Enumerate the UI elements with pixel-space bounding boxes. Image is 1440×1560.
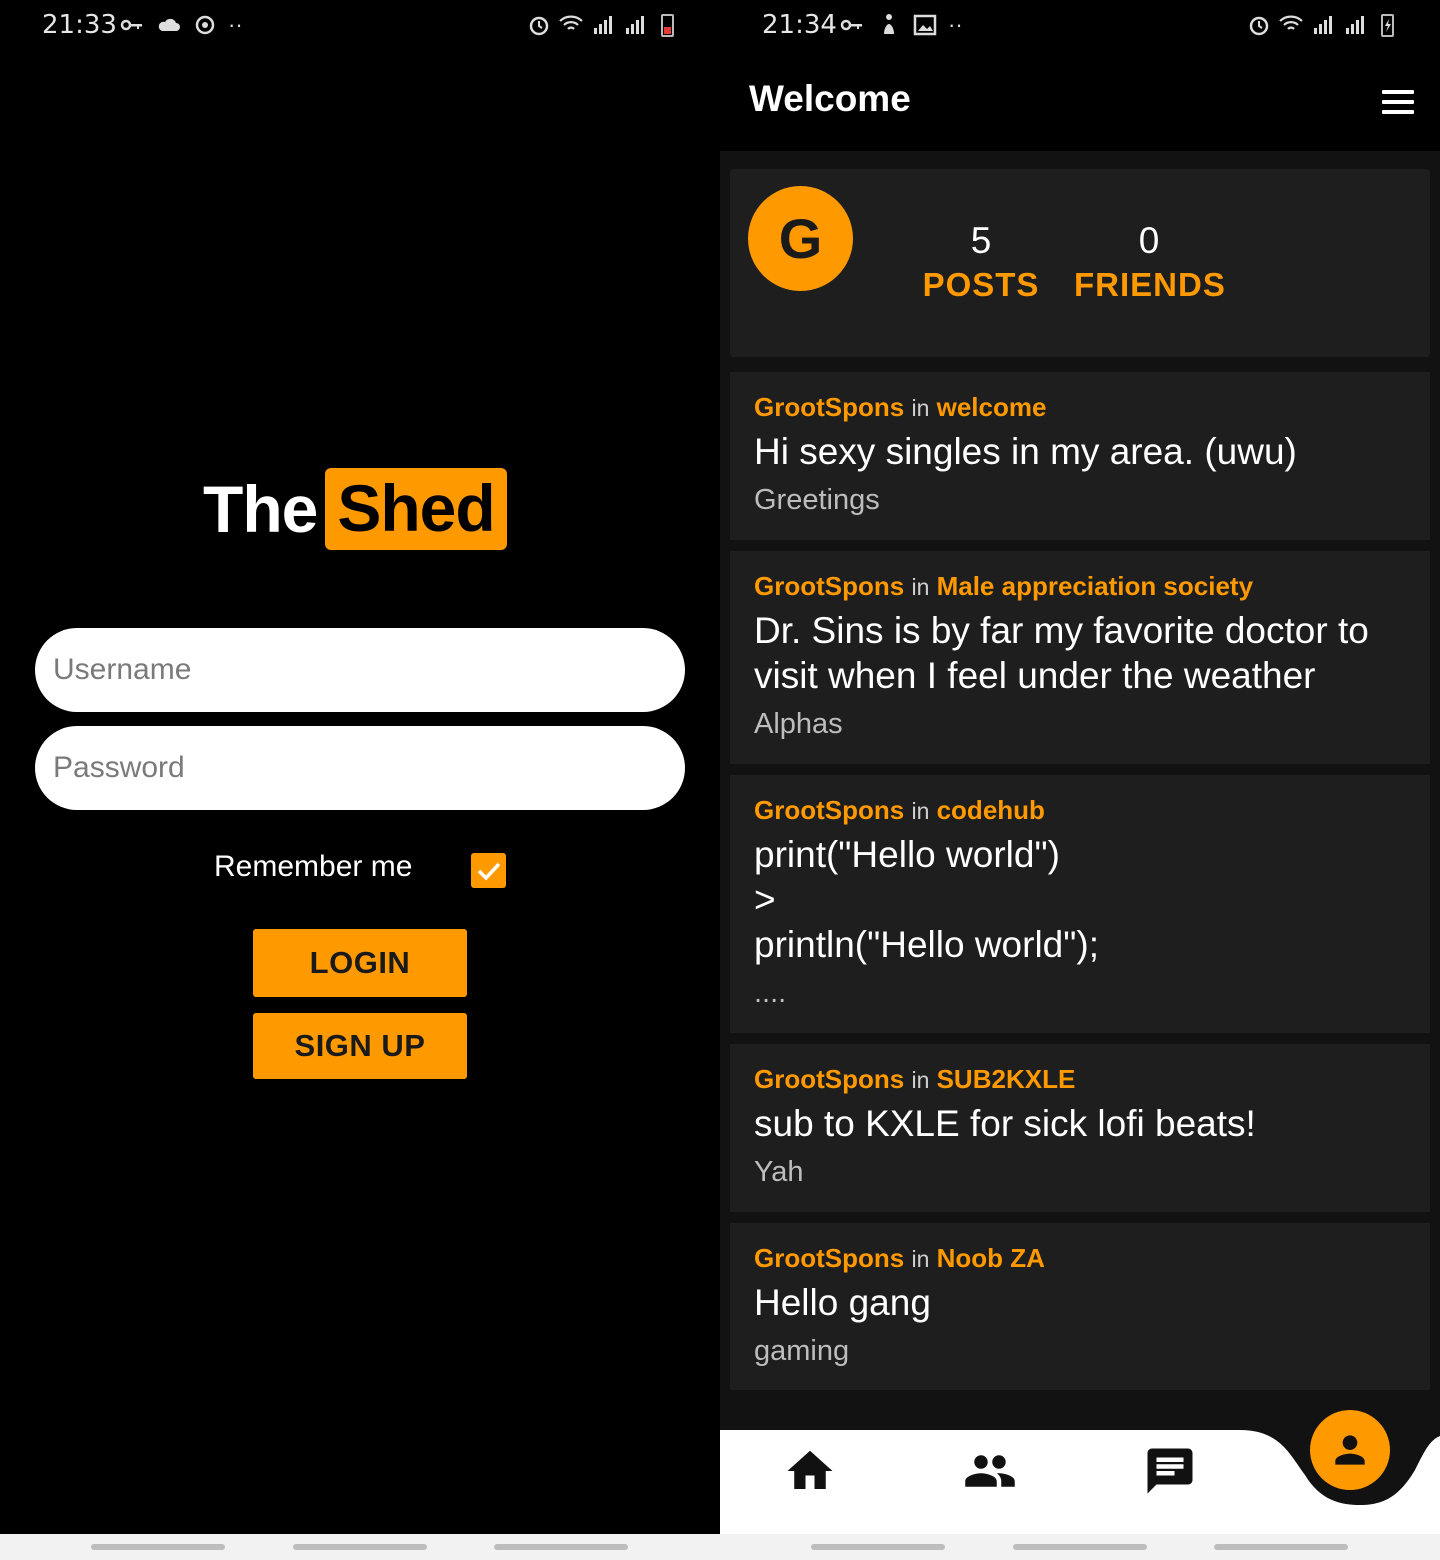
more-dots-icon: ·· (948, 12, 963, 37)
post-tag: .... (754, 977, 787, 1009)
wifi-icon (559, 15, 583, 30)
post-community[interactable]: SUB2KXLE (937, 1064, 1076, 1094)
login-button[interactable]: LOGIN (253, 929, 467, 997)
post-card[interactable]: GrootSpons in codehub print("Hello world… (730, 775, 1430, 1033)
post-body: print("Hello world") > println("Hello wo… (754, 834, 1099, 965)
key-icon (120, 19, 142, 31)
menu-icon[interactable] (1382, 90, 1414, 114)
wifi-icon (1279, 15, 1303, 30)
status-time: 21:33 (42, 10, 117, 40)
post-tag: gaming (754, 1335, 850, 1367)
home-icon[interactable] (783, 1444, 837, 1498)
post-author[interactable]: GrootSpons (754, 1243, 904, 1273)
post-in-label: in (911, 574, 930, 600)
posts-label: POSTS (922, 266, 1040, 303)
password-input[interactable] (35, 726, 685, 810)
post-card[interactable]: GrootSpons in SUB2KXLE sub to KXLE for s… (730, 1044, 1430, 1212)
alarm-icon (529, 16, 549, 36)
post-community[interactable]: Noob ZA (937, 1243, 1045, 1273)
post-body: sub to KXLE for sick lofi beats! (754, 1103, 1256, 1144)
profile-fab[interactable] (1310, 1410, 1390, 1490)
sync-icon (195, 15, 215, 35)
post-tag: Alphas (754, 708, 843, 740)
post-author[interactable]: GrootSpons (754, 571, 904, 601)
more-dots-icon: ·· (228, 12, 243, 37)
logo-text-shed: Shed (325, 468, 507, 550)
posts-stat[interactable]: 5 POSTS (922, 219, 1040, 307)
avatar[interactable]: G (748, 186, 853, 291)
system-nav-bar (0, 1534, 720, 1560)
post-in-label: in (911, 395, 930, 421)
post-author[interactable]: GrootSpons (754, 795, 904, 825)
nav-handle[interactable] (1214, 1544, 1348, 1550)
image-icon (913, 14, 937, 36)
nav-handle[interactable] (494, 1544, 628, 1550)
status-bar: 21:34 ·· (720, 0, 1440, 52)
post-community[interactable]: welcome (937, 392, 1047, 422)
people-icon[interactable] (963, 1444, 1017, 1498)
check-icon (477, 862, 501, 881)
post-author[interactable]: GrootSpons (754, 1064, 904, 1094)
post-in-label: in (911, 1246, 930, 1272)
nav-handle[interactable] (811, 1544, 945, 1550)
nav-handle[interactable] (293, 1544, 427, 1550)
alarm-icon (1249, 16, 1269, 36)
status-icons-right (1246, 12, 1400, 38)
status-icons-right (526, 12, 680, 38)
page-title: Welcome (749, 78, 911, 119)
nav-handle[interactable] (91, 1544, 225, 1550)
posts-count: 5 (970, 220, 992, 261)
remember-me-checkbox[interactable] (471, 853, 506, 888)
post-community[interactable]: codehub (937, 795, 1045, 825)
key-icon (840, 19, 862, 31)
signal-icon (626, 16, 644, 34)
remember-me-label: Remember me (214, 850, 413, 883)
signup-button[interactable]: SIGN UP (253, 1013, 467, 1079)
post-meta: GrootSpons in Male appreciation society (754, 569, 1406, 604)
battery-low-icon (661, 14, 674, 37)
battery-charging-icon (1381, 14, 1394, 37)
post-author[interactable]: GrootSpons (754, 392, 904, 422)
cloud-icon (158, 18, 180, 31)
friends-label: FRIENDS (1074, 266, 1226, 303)
person-icon (1335, 1435, 1365, 1465)
post-in-label: in (911, 1067, 930, 1093)
chat-icon[interactable] (1143, 1444, 1197, 1498)
signal-icon (1314, 16, 1332, 34)
logo-text-the: The (203, 472, 318, 546)
post-body: Hello gang (754, 1282, 931, 1323)
login-screen: 21:33 ·· The Shed Remember me LOGIN SIGN… (0, 0, 720, 1560)
friends-count: 0 (1138, 220, 1160, 261)
post-card[interactable]: GrootSpons in Male appreciation society … (730, 551, 1430, 764)
status-icons-left: ·· (120, 12, 243, 38)
post-community[interactable]: Male appreciation society (937, 571, 1253, 601)
post-body: Hi sexy singles in my area. (uwu) (754, 431, 1297, 472)
post-meta: GrootSpons in Noob ZA (754, 1241, 1406, 1276)
username-input[interactable] (35, 628, 685, 712)
nav-handle[interactable] (1013, 1544, 1147, 1550)
post-card[interactable]: GrootSpons in Noob ZA Hello gang gaming (730, 1223, 1430, 1390)
status-bar: 21:33 ·· (0, 0, 720, 52)
post-meta: GrootSpons in welcome (754, 390, 1406, 425)
app-bar: Welcome (720, 52, 1440, 151)
post-tag: Yah (754, 1156, 804, 1188)
friends-stat[interactable]: 0 FRIENDS (1074, 219, 1226, 307)
post-card[interactable]: GrootSpons in welcome Hi sexy singles in… (730, 372, 1430, 540)
post-in-label: in (911, 798, 930, 824)
accessibility-icon (884, 14, 894, 34)
signal-icon (1346, 16, 1364, 34)
post-tag: Greetings (754, 484, 880, 516)
system-nav-bar (720, 1534, 1440, 1560)
post-meta: GrootSpons in codehub (754, 793, 1406, 828)
app-logo: The Shed (203, 464, 507, 554)
post-meta: GrootSpons in SUB2KXLE (754, 1062, 1406, 1097)
status-icons-left: ·· (840, 12, 963, 38)
signal-icon (594, 16, 612, 34)
profile-card: G 5 POSTS 0 FRIENDS (730, 169, 1430, 357)
post-body: Dr. Sins is by far my favorite doctor to… (754, 610, 1369, 696)
feed-screen: 21:34 ·· Welcome G 5 POSTS 0 FRIENDS Gro… (720, 0, 1440, 1560)
status-time: 21:34 (762, 10, 837, 40)
